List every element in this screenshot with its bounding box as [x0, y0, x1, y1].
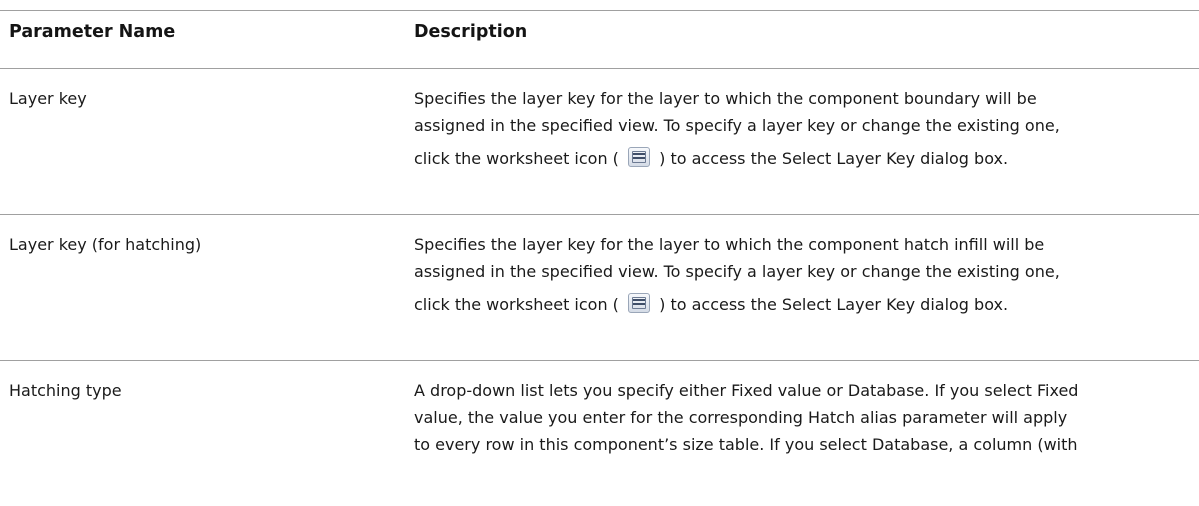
- parameter-table: Parameter Name Description Layer key Spe…: [0, 10, 1199, 506]
- parameter-description: Specifies the layer key for the layer to…: [414, 215, 1199, 360]
- page: Parameter Name Description Layer key Spe…: [0, 0, 1199, 469]
- table-row: Layer key (for hatching) Specifies the l…: [0, 214, 1199, 360]
- description-line: click the worksheet icon ( ) to access t…: [414, 143, 1179, 175]
- worksheet-icon[interactable]: [628, 293, 651, 313]
- header-parameter-name: Parameter Name: [9, 22, 176, 42]
- table-row: Layer key Specifies the layer key for th…: [0, 68, 1199, 214]
- description-line: to every row in this component’s size ta…: [414, 435, 1078, 454]
- description-text: click the worksheet icon (: [414, 295, 619, 314]
- description-line: click the worksheet icon ( ) to access t…: [414, 289, 1179, 321]
- description-line: assigned in the specified view. To speci…: [414, 116, 1060, 135]
- parameter-name: Hatching type: [9, 381, 122, 400]
- header-description: Description: [414, 22, 528, 42]
- description-line: Specifies the layer key for the layer to…: [414, 89, 1037, 108]
- description-text: ) to access the Select Layer Key dialog …: [659, 295, 1009, 314]
- description-text: ) to access the Select Layer Key dialog …: [659, 149, 1009, 168]
- description-text: click the worksheet icon (: [414, 149, 619, 168]
- table-header-row: Parameter Name Description: [0, 10, 1199, 68]
- description-line: Specifies the layer key for the layer to…: [414, 235, 1045, 254]
- parameter-name: Layer key: [9, 89, 87, 108]
- parameter-name: Layer key (for hatching): [9, 235, 202, 254]
- worksheet-icon[interactable]: [628, 147, 651, 167]
- description-line: A drop-down list lets you specify either…: [414, 381, 1079, 400]
- description-line: value, the value you enter for the corre…: [414, 408, 1068, 427]
- parameter-description: A drop-down list lets you specify either…: [414, 361, 1199, 506]
- parameter-description: Specifies the layer key for the layer to…: [414, 69, 1199, 214]
- description-line: assigned in the specified view. To speci…: [414, 262, 1060, 281]
- table-row: Hatching type A drop-down list lets you …: [0, 360, 1199, 506]
